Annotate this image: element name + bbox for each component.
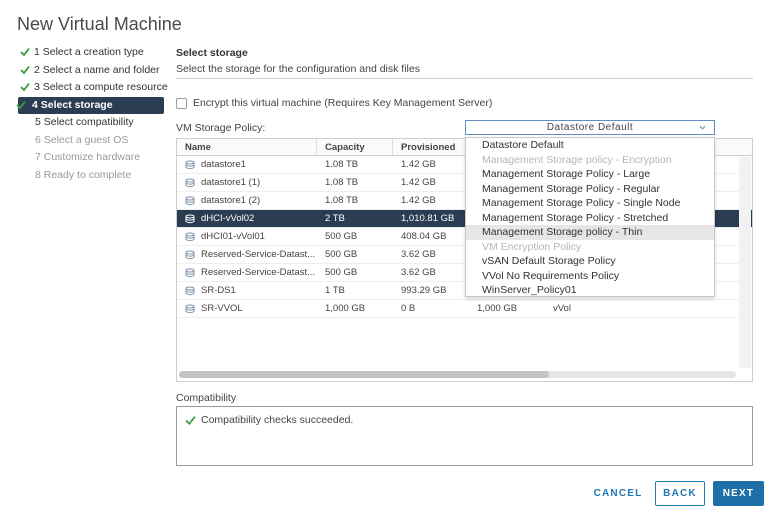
datastore-icon (185, 196, 195, 205)
next-button[interactable]: NEXT (713, 481, 764, 506)
policy-option[interactable]: Management Storage Policy - Stretched (466, 211, 714, 226)
check-icon (20, 47, 30, 57)
policy-dropdown-menu: Datastore Default Management Storage pol… (465, 137, 715, 297)
policy-option[interactable]: vSAN Default Storage Policy (466, 254, 714, 269)
row-name: dHCI-vVol02 (201, 212, 255, 224)
datastore-icon (185, 160, 195, 169)
section-description: Select the storage for the configuration… (176, 63, 420, 75)
step-label: 6 Select a guest OS (35, 133, 129, 146)
row-provisioned: 1,010.81 GB (401, 213, 455, 224)
wizard-steps: 1 Select a creation type 2 Select a name… (16, 44, 168, 185)
cancel-button[interactable]: CANCEL (590, 481, 646, 506)
policy-option-disabled: VM Encryption Policy (482, 240, 582, 253)
step-6: 6 Select a guest OS (18, 132, 164, 150)
row-name: SR-VVOL (201, 302, 243, 314)
row-free: 1,000 GB (477, 303, 518, 314)
column-header-capacity[interactable]: Capacity (317, 139, 393, 155)
column-header-name[interactable]: Name (177, 139, 317, 155)
row-provisioned: 1.42 GB (401, 195, 436, 206)
column-header-provisioned[interactable]: Provisioned (393, 139, 469, 155)
row-provisioned: 3.62 GB (401, 267, 436, 278)
section-header: Select storage Select the storage for th… (176, 44, 754, 75)
policy-option-disabled: Management Storage policy - Encryption (482, 153, 672, 166)
storage-policy-select[interactable]: Datastore Default (465, 120, 715, 135)
dialog-title: New Virtual Machine (17, 14, 182, 34)
datastore-icon (185, 214, 195, 223)
horizontal-scrollbar[interactable] (179, 371, 736, 378)
step-1[interactable]: 1 Select a creation type (18, 44, 164, 62)
row-name: Reserved-Service-Datast... (201, 266, 316, 278)
step-label: 3 Select a compute resource (34, 81, 168, 93)
back-button[interactable]: BACK (655, 481, 705, 506)
datastore-icon (185, 304, 195, 313)
table-row[interactable]: SR-VVOL 1,000 GB 0 B 1,000 GB vVol (177, 300, 752, 318)
step-label: 1 Select a creation type (34, 46, 144, 58)
step-5[interactable]: 5 Select compatibility (18, 114, 164, 132)
step-label: 2 Select a name and folder (34, 63, 160, 76)
row-capacity: 500 GB (325, 267, 358, 278)
row-provisioned: 408.04 GB (401, 231, 447, 242)
datastore-icon (185, 250, 195, 259)
row-capacity: 1.08 TB (325, 177, 359, 188)
datastore-icon (185, 178, 195, 187)
row-provisioned: 0 B (401, 303, 416, 314)
chevron-down-icon (699, 125, 706, 130)
encrypt-checkbox[interactable] (176, 97, 187, 109)
policy-label: VM Storage Policy: (176, 122, 266, 134)
policy-option[interactable]: WinServer_Policy01 (466, 283, 714, 298)
selected-policy: Datastore Default (546, 122, 634, 133)
row-provisioned: 993.29 GB (401, 285, 447, 296)
encrypt-option[interactable]: Encrypt this virtual machine (Requires K… (176, 97, 492, 109)
compatibility-box: Compatibility checks succeeded. (176, 406, 753, 466)
row-provisioned: 1.42 GB (401, 159, 436, 170)
row-capacity: 1.08 TB (325, 195, 359, 206)
compatibility-message: Compatibility checks succeeded. (201, 414, 354, 426)
check-icon (16, 100, 26, 109)
step-3[interactable]: 3 Select a compute resource (18, 79, 168, 97)
row-provisioned: 3.62 GB (401, 249, 436, 260)
row-capacity: 500 GB (325, 249, 358, 260)
policy-option[interactable]: Management Storage Policy - Large (466, 167, 714, 182)
policy-option-hovered[interactable]: Management Storage policy - Thin (466, 225, 714, 240)
datastore-icon (185, 286, 195, 295)
row-capacity: 1.08 TB (325, 159, 359, 170)
datastore-icon (185, 232, 195, 241)
policy-option[interactable]: Management Storage Policy - Single Node (466, 196, 714, 211)
scrollbar-thumb[interactable] (179, 371, 549, 378)
step-7: 7 Customize hardware (18, 149, 164, 167)
row-name: SR-DS1 (201, 284, 236, 296)
row-capacity: 1,000 GB (325, 303, 366, 314)
check-icon (20, 65, 30, 74)
datastore-icon (185, 268, 195, 277)
vertical-scrollbar[interactable] (739, 157, 751, 368)
step-label: 8 Ready to complete (35, 168, 132, 181)
compatibility-label: Compatibility (176, 392, 237, 404)
policy-option[interactable]: Management Storage Policy - Regular (466, 182, 714, 197)
encrypt-label: Encrypt this virtual machine (Requires K… (193, 97, 493, 109)
step-label: 7 Customize hardware (35, 151, 141, 163)
row-name: dHCI01-vVol01 (201, 230, 265, 242)
step-4[interactable]: 4 Select storage (16, 96, 164, 114)
row-capacity: 2 TB (325, 213, 345, 224)
check-icon (185, 416, 196, 426)
check-icon (20, 82, 30, 92)
step-label: 4 Select storage (32, 98, 113, 111)
step-label: 5 Select compatibility (35, 116, 134, 128)
row-capacity: 1 TB (325, 285, 345, 296)
row-name: Reserved-Service-Datast... (201, 248, 316, 260)
policy-option[interactable]: Datastore Default (466, 138, 714, 153)
section-title: Select storage (176, 47, 248, 59)
row-name: datastore1 (1) (201, 176, 261, 188)
row-capacity: 500 GB (325, 231, 358, 242)
row-provisioned: 1.42 GB (401, 177, 436, 188)
policy-option[interactable]: VVol No Requirements Policy (466, 269, 714, 284)
divider (176, 78, 753, 79)
step-2[interactable]: 2 Select a name and folder (18, 62, 164, 80)
row-name: datastore1 (201, 158, 246, 170)
row-name: datastore1 (2) (201, 194, 261, 206)
row-type: vVol (553, 303, 571, 314)
step-8: 8 Ready to complete (18, 167, 164, 185)
